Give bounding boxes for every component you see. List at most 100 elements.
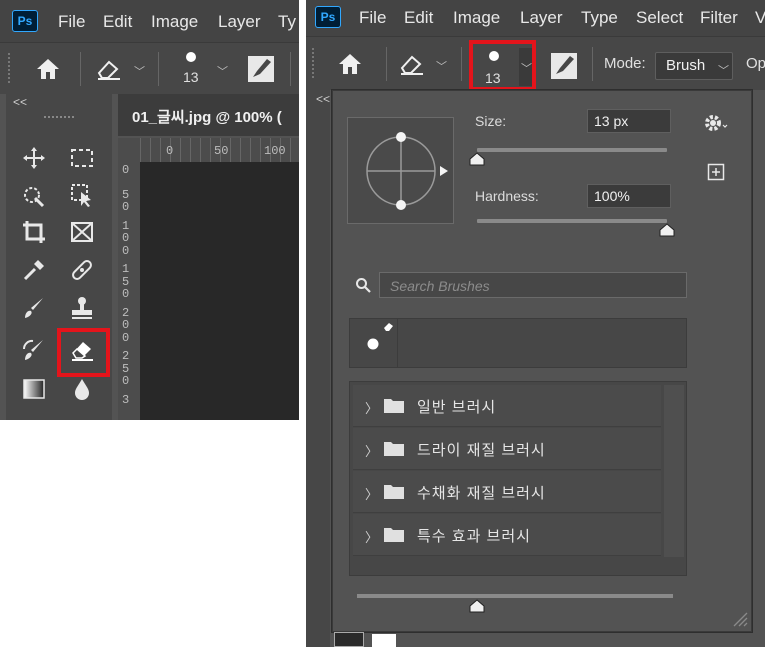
clone-stamp-tool-icon[interactable] (66, 292, 98, 324)
menu-file[interactable]: File (58, 12, 85, 32)
eyedropper-tool-icon[interactable] (18, 254, 50, 286)
size-field[interactable]: 13 px (587, 109, 671, 133)
gradient-tool-icon[interactable] (18, 373, 50, 405)
menu-type[interactable]: Ty (278, 12, 296, 32)
menu-filter[interactable]: Filter (700, 8, 738, 28)
menu-bar: Ps File Edit Image Layer Type Select Fil… (306, 0, 765, 36)
collapse-panel-icon[interactable]: << (13, 95, 27, 109)
hardness-field[interactable]: 100% (587, 184, 671, 208)
preview-size-slider-track[interactable] (357, 594, 673, 598)
folder-icon (384, 442, 404, 456)
brush-folder-wet-media[interactable]: 〉 수채화 재질 브러시 (353, 471, 661, 513)
search-brushes-input[interactable]: Search Brushes (379, 272, 687, 298)
move-tool-icon[interactable] (18, 142, 50, 174)
brush-tool-icon[interactable] (18, 292, 50, 324)
document-canvas[interactable] (140, 162, 299, 420)
mode-label: Mode: (604, 55, 646, 72)
ruler-label: 0 (122, 163, 130, 177)
home-icon[interactable] (336, 50, 364, 78)
brush-tip-preview[interactable] (347, 117, 454, 224)
menu-image[interactable]: Image (151, 12, 198, 32)
separator (158, 52, 159, 86)
recent-brush-item[interactable] (350, 319, 398, 367)
menu-bar: Ps File Edit Image Layer Ty (0, 0, 299, 42)
brush-folder-special-effects[interactable]: 〉 특수 효과 브러시 (353, 514, 661, 556)
chevron-down-icon: ﹀ (718, 65, 729, 77)
crop-tool-icon[interactable] (18, 216, 50, 248)
blur-tool-icon[interactable] (66, 373, 98, 405)
opacity-label: Op (746, 55, 765, 72)
new-preset-icon[interactable] (707, 163, 725, 181)
eraser-preset-icon[interactable] (398, 52, 426, 76)
chevron-down-icon[interactable]: ﹀ (134, 63, 145, 79)
ruler-label: 0 (122, 287, 130, 301)
folder-icon (384, 528, 404, 542)
menu-edit[interactable]: Edit (103, 12, 132, 32)
chevron-right-icon[interactable]: 〉 (365, 441, 378, 460)
folder-name: 수채화 재질 브러시 (417, 485, 546, 502)
home-icon[interactable] (34, 55, 62, 83)
brush-settings-icon[interactable] (550, 52, 578, 80)
document-tab[interactable]: 01_글씨.jpg @ 100% ( (118, 94, 299, 136)
quick-selection-tool-icon[interactable] (18, 179, 50, 211)
folder-name: 특수 효과 브러시 (417, 528, 531, 545)
folder-list-scrollbar[interactable] (664, 385, 684, 557)
separator (461, 47, 462, 81)
brush-settings-icon[interactable] (247, 55, 275, 83)
options-grip[interactable] (312, 48, 316, 78)
chevron-down-icon[interactable]: ﹀ (217, 63, 228, 79)
menu-type[interactable]: Type (581, 8, 618, 28)
foreground-color-swatch[interactable] (334, 632, 364, 647)
chevron-right-icon[interactable]: 〉 (365, 398, 378, 417)
mode-value: Brush (666, 57, 706, 74)
left-screenshot: Ps File Edit Image Layer Ty ﹀ 13 ﹀ << 01… (0, 0, 299, 420)
photoshop-logo[interactable]: Ps (315, 6, 341, 28)
hardness-slider-track[interactable] (477, 219, 667, 223)
eraser-tool-highlight (57, 328, 110, 377)
menu-file[interactable]: File (359, 8, 386, 28)
ruler-label: 2 (122, 349, 130, 363)
resize-grip-icon[interactable] (730, 609, 748, 627)
vertical-ruler[interactable]: 0 5 0 1 0 0 1 5 0 2 0 0 2 5 0 3 (118, 138, 140, 420)
chevron-right-icon[interactable]: 〉 (365, 527, 378, 546)
folder-icon (384, 485, 404, 499)
options-bar: ﹀ 13 ﹀ (0, 42, 299, 94)
options-grip[interactable] (8, 53, 12, 83)
photoshop-logo[interactable]: Ps (12, 10, 38, 32)
eraser-preset-icon[interactable] (95, 57, 123, 81)
brush-tip-dot-icon[interactable] (185, 51, 197, 63)
brush-preset-popup: Size: 13 px Hardness: 100% Search Brushe… (332, 90, 752, 632)
menu-image[interactable]: Image (453, 8, 500, 28)
marquee-tool-icon[interactable] (66, 142, 98, 174)
brush-folder-dry-media[interactable]: 〉 드라이 재질 브러시 (353, 428, 661, 470)
separator (290, 52, 291, 86)
menu-layer[interactable]: Layer (218, 12, 261, 32)
collapse-panel-icon[interactable]: << (316, 92, 330, 106)
chevron-right-icon[interactable]: 〉 (365, 484, 378, 503)
folder-icon (384, 399, 404, 413)
size-slider-thumb[interactable] (468, 152, 486, 166)
menu-edit[interactable]: Edit (404, 8, 433, 28)
frame-tool-icon[interactable] (66, 216, 98, 248)
gear-icon[interactable] (703, 112, 729, 134)
history-brush-tool-icon[interactable] (18, 334, 50, 366)
toolbox-panel: << (6, 94, 112, 420)
object-selection-tool-icon[interactable] (66, 179, 98, 211)
brush-folder-list: 〉 일반 브러시 〉 드라이 재질 브러시 〉 수채화 재질 브러시 〉 특수 … (349, 381, 687, 576)
toolbox-grip[interactable] (44, 116, 74, 120)
menu-select[interactable]: Select (636, 8, 683, 28)
menu-layer[interactable]: Layer (520, 8, 563, 28)
brush-folder-general[interactable]: 〉 일반 브러시 (353, 385, 661, 427)
brush-preset-picker[interactable]: 13 ﹀ (469, 40, 536, 91)
size-slider-track[interactable] (477, 148, 667, 152)
ruler-label: 0 (122, 243, 130, 258)
background-color-swatch[interactable] (372, 634, 396, 647)
menu-view[interactable]: V (755, 8, 765, 28)
ruler-label: 3 (122, 392, 130, 407)
mode-dropdown[interactable]: Brush ﹀ (655, 52, 733, 80)
healing-brush-tool-icon[interactable] (66, 254, 98, 286)
hardness-slider-thumb[interactable] (658, 223, 676, 237)
chevron-down-icon[interactable]: ﹀ (436, 58, 447, 74)
preview-size-slider-thumb[interactable] (468, 599, 486, 613)
horizontal-ruler[interactable]: 0 50 100 (140, 138, 299, 162)
